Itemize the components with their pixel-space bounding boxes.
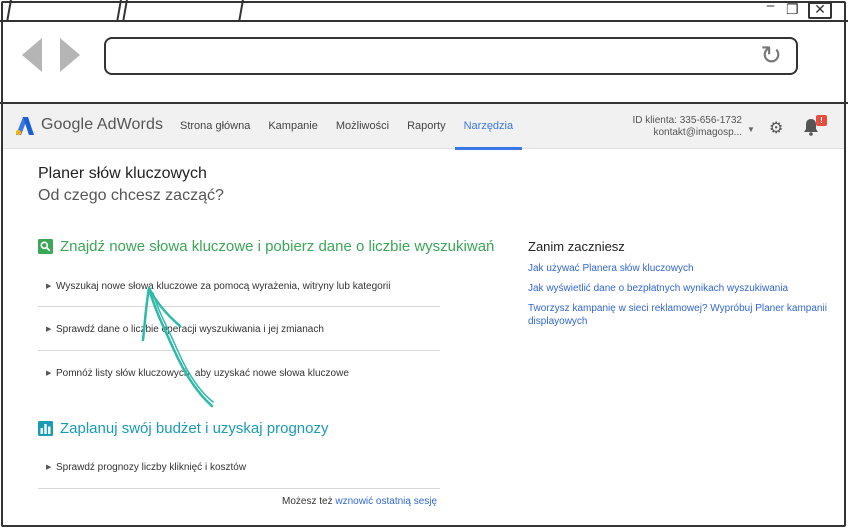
top-navigation: Strona główna Kampanie Możliwości Raport… <box>171 104 523 150</box>
option-label: Pomnóż listy słów kluczowych, aby uzyska… <box>56 368 349 379</box>
resume-session-line: Możesz też wznowić ostatnią sesję <box>282 496 437 507</box>
browser-tab-2[interactable] <box>122 0 244 22</box>
bar-chart-icon <box>38 421 53 436</box>
divider <box>38 488 440 489</box>
browser-chrome: ‒ ❐ ✕ ↻ <box>0 0 848 104</box>
forward-arrow-icon[interactable] <box>60 38 80 72</box>
nav-mozliwosci[interactable]: Możliwości <box>327 104 398 149</box>
browser-tab-1[interactable] <box>6 0 122 22</box>
option-label: Wyszukaj nowe słowa kluczowe za pomocą w… <box>56 281 391 292</box>
nav-strona-glowna[interactable]: Strona główna <box>171 104 259 149</box>
tab-strip: ‒ ❐ ✕ <box>0 0 848 22</box>
adwords-logo-icon[interactable] <box>15 116 35 136</box>
divider <box>38 350 440 351</box>
option-label: Sprawdź prognozy liczby kliknięć i koszt… <box>56 462 247 473</box>
search-icon <box>38 239 53 254</box>
nav-narzedzia[interactable]: Narzędzia <box>454 104 523 150</box>
aside-link-how-to-use[interactable]: Jak używać Planera słów kluczowych <box>528 262 828 275</box>
page-title: Planer słów kluczowych <box>38 165 207 182</box>
account-info[interactable]: ID klienta: 335-656-1732 kontakt@imagosp… <box>632 115 742 139</box>
gear-icon[interactable]: ⚙ <box>769 118 783 137</box>
client-id: ID klienta: 335-656-1732 <box>632 115 742 126</box>
nav-raporty[interactable]: Raporty <box>398 104 455 149</box>
expand-arrow-icon: ▶ <box>46 464 52 471</box>
account-caret-icon[interactable]: ▼ <box>747 125 755 134</box>
page-subtitle: Od czego chcesz zacząć? <box>38 187 224 204</box>
section-plan-budget[interactable]: Zaplanuj swój budżet i uzyskaj prognozy <box>38 420 328 437</box>
account-email: kontakt@imagosp... <box>653 127 742 138</box>
option-label: Sprawdź dane o liczbie operacji wyszukiw… <box>56 324 324 335</box>
section-find-keywords-heading: Znajdź nowe słowa kluczowe i pobierz dan… <box>60 238 495 255</box>
section-plan-budget-heading: Zaplanuj swój budżet i uzyskaj prognozy <box>60 420 329 437</box>
resume-session-link[interactable]: wznowić ostatnią sesję <box>335 496 437 507</box>
notification-badge: ! <box>816 115 827 126</box>
resume-prefix: Możesz też <box>282 496 333 507</box>
logo-text[interactable]: Google AdWords <box>41 116 163 134</box>
aside-link-display-planner[interactable]: Tworzysz kampanię w sieci reklamowej? Wy… <box>528 302 828 328</box>
divider <box>38 306 440 307</box>
section-find-keywords[interactable]: Znajdź nowe słowa kluczowe i pobierz dan… <box>38 238 494 255</box>
expand-arrow-icon: ▶ <box>46 283 52 290</box>
aside-title: Zanim zaczniesz <box>528 239 625 254</box>
close-icon[interactable]: ✕ <box>808 2 832 19</box>
adwords-header: Google AdWords Strona główna Kampanie Mo… <box>3 104 845 150</box>
nav-kampanie[interactable]: Kampanie <box>259 104 327 149</box>
expand-arrow-icon: ▶ <box>46 326 52 333</box>
maximize-icon[interactable]: ❐ <box>786 2 799 18</box>
expand-arrow-icon: ▶ <box>46 370 52 377</box>
minimize-icon[interactable]: ‒ <box>766 0 775 14</box>
aside-link-organic-data[interactable]: Jak wyświetlić dane o bezpłatnych wynika… <box>528 282 828 295</box>
back-arrow-icon[interactable] <box>22 38 42 72</box>
reload-icon[interactable]: ↻ <box>760 41 782 71</box>
address-bar[interactable]: ↻ <box>104 37 798 75</box>
